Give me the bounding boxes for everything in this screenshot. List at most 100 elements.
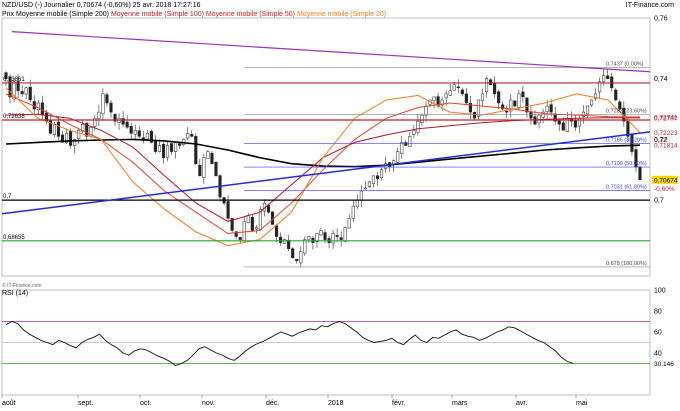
candle-body [489,79,493,86]
candle-body [545,105,549,113]
last-price-label: 0,70674 [76,2,103,9]
candle-body [606,75,610,79]
candle-body [174,142,178,153]
candle-body [472,111,476,119]
candle-body [137,130,141,137]
candle-body [52,123,57,136]
candle-body [476,99,481,117]
candle-body [250,216,254,231]
candle-body [638,166,642,181]
candle-body [275,225,279,237]
candle-body [484,78,489,92]
candle-body [198,165,202,177]
rsi-last-value: 30,146 [654,361,674,368]
candle-body [561,122,565,131]
candle-body [24,87,28,95]
candle-body [347,218,351,229]
last-change-value: -0,60% [654,186,675,193]
candle-body [614,89,618,101]
rsi-title: RSI (14) [2,290,29,297]
candle-body [242,221,246,242]
candle-body [170,143,174,152]
candle-body [157,145,162,152]
symbol-label: NZD/USD (-) [2,2,43,9]
candle-body [525,97,529,113]
candle-body [206,151,210,159]
candle-body [210,153,214,164]
candle-body [351,205,355,219]
price-chart-svg: 0,760,740,720,7août sept. oct. nov. déc. 2018… [1,16,678,407]
legend: Prix Moyenne mobile (Simple 200) Moyenne… [2,11,386,18]
candle-body [291,248,295,259]
candle-body [190,134,194,137]
fib-label: 0,678 (100,00%) [606,261,647,267]
rsi-tick-label: 100 [654,288,666,295]
candle-body [214,162,218,177]
fib-label: 0,7031 (61,80%) [606,185,647,191]
price-tick-label: 0,74 [654,76,668,83]
candle-body [480,93,485,101]
candle-body [452,84,456,91]
candle-body [343,227,347,242]
candle-body [121,118,125,125]
timestamp-label: 25 avr. 2018 17:27:16 [132,2,201,9]
rsi-tick-label: 40 [654,351,662,358]
rsi-tick-label: 60 [654,330,662,337]
candle-body [323,232,327,240]
candle-body [610,76,614,89]
candle-body [424,105,428,116]
legend-sma50: Moyenne mobile (Simple 50) [205,11,296,18]
candle-body [194,136,198,164]
period-label: Journalier [44,2,75,9]
candle-body [145,133,149,140]
candle-body [105,94,109,104]
candle-body [448,90,452,96]
candle-body [412,130,416,135]
candle-body [456,86,460,89]
candle-body [186,133,190,139]
candle-body [577,117,581,127]
candle-body [444,93,448,99]
candle-body [319,230,323,236]
candle-body [404,142,408,146]
x-axis-label: déc. [266,400,279,407]
candle-body [226,201,230,219]
candle-body [339,237,343,240]
candle-body [363,187,367,190]
candle-body [295,259,299,262]
level-label: 0,72638 [3,114,25,120]
candle-body [254,227,258,230]
candle-body [464,93,468,104]
price-tick-label: 0,76 [654,16,668,23]
legend-sma20: Moyenne mobile (Simple 20) [296,11,387,18]
x-axis-label: mars [452,400,468,407]
rsi-line [5,321,574,367]
candle-body [97,111,101,119]
candle-body [331,233,335,244]
source-label: IT-Finance.com [625,2,674,9]
candle-body [48,119,52,134]
candle-body [497,91,501,104]
candle-body [20,91,24,95]
candle-body [335,235,339,237]
chart-canvas: 0,76 0,74 0,72 0,7 août sept. oct. nov. déc. 2018… [0,0,680,409]
candle-body [303,239,307,254]
last-price-value: 0,70674 [654,177,678,184]
rsi-tick-label: 80 [654,309,662,316]
candle-body [521,91,525,98]
candle-body [202,157,206,178]
candle-body [133,130,137,135]
candle-body [380,169,384,179]
candle-body [416,120,420,133]
candle-body [101,93,105,115]
candle-body [432,96,436,101]
fib-label: 0,7437 (0,00%) [606,61,644,67]
candle-body [246,215,250,224]
legend-sma100: Moyenne mobile (Simple 100) [110,11,204,18]
x-axis-label: févr. [392,400,405,407]
fib-label: 0,7109 (50,00%) [606,161,647,167]
candle-body [125,121,129,128]
candle-body [602,75,606,82]
candle-body [537,114,541,124]
candle-body [279,236,283,243]
